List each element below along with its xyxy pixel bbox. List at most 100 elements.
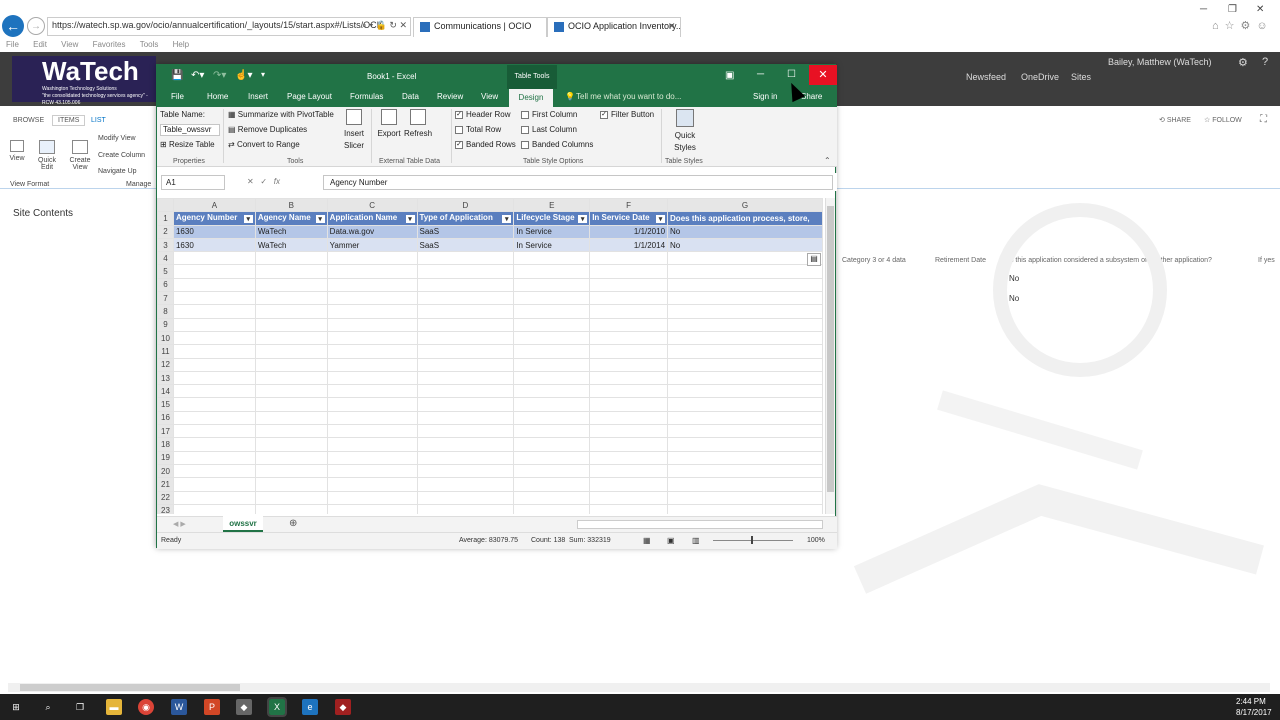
empty-cell[interactable]: [254, 251, 328, 266]
empty-cell[interactable]: [254, 357, 328, 372]
table-cell[interactable]: No: [667, 237, 823, 253]
empty-cell[interactable]: [326, 503, 418, 514]
empty-cell[interactable]: [326, 330, 418, 346]
empty-cell[interactable]: [667, 317, 823, 332]
undo-icon[interactable]: ↶▾: [191, 70, 204, 81]
empty-cell[interactable]: [667, 357, 823, 372]
empty-cell[interactable]: [513, 490, 591, 505]
empty-cell[interactable]: [254, 317, 328, 332]
table-header-cell[interactable]: Application Name ▾: [326, 211, 418, 226]
navigate-up-button[interactable]: Navigate Up: [98, 168, 137, 175]
app2-icon[interactable]: ◆: [335, 699, 351, 715]
empty-cell[interactable]: [667, 424, 823, 439]
touch-mode-icon[interactable]: ☝▾: [235, 70, 252, 81]
forward-button[interactable]: →: [27, 17, 45, 35]
empty-cell[interactable]: [589, 477, 669, 492]
zoom-level[interactable]: 100%: [807, 537, 825, 544]
onedrive-link[interactable]: OneDrive: [1021, 72, 1059, 82]
empty-cell[interactable]: [589, 437, 669, 452]
filter-dropdown-icon[interactable]: ▾: [578, 215, 588, 224]
word-icon[interactable]: W: [171, 699, 187, 715]
row-header[interactable]: 7: [157, 291, 174, 306]
settings-gear-icon[interactable]: ⚙: [1238, 56, 1248, 69]
row-header[interactable]: 8: [157, 304, 174, 319]
tab-review[interactable]: Review: [437, 92, 463, 101]
ribbon-display-icon[interactable]: ▣: [725, 70, 734, 81]
empty-cell[interactable]: [326, 384, 418, 399]
empty-cell[interactable]: [589, 277, 669, 293]
tab-page-layout[interactable]: Page Layout: [287, 92, 332, 101]
remove-duplicates-button[interactable]: ▤ Remove Duplicates: [228, 125, 307, 134]
empty-cell[interactable]: [172, 384, 256, 399]
tab-view[interactable]: View: [481, 92, 498, 101]
page-horizontal-scrollbar[interactable]: [8, 683, 1270, 692]
taskbar-time[interactable]: 2:44 PM: [1236, 697, 1266, 706]
table-cell[interactable]: 1630: [172, 237, 256, 253]
empty-cell[interactable]: [172, 503, 256, 514]
empty-cell[interactable]: [254, 370, 328, 386]
row-header[interactable]: 3: [157, 237, 174, 253]
name-box[interactable]: A1: [161, 175, 225, 190]
filter-button-checkbox[interactable]: ✓ Filter Button: [600, 110, 654, 119]
empty-cell[interactable]: [589, 450, 669, 465]
empty-cell[interactable]: [667, 477, 823, 492]
excel-icon[interactable]: X: [267, 697, 287, 717]
empty-cell[interactable]: [254, 503, 328, 514]
empty-cell[interactable]: [254, 291, 328, 306]
worksheet-grid[interactable]: A B C D E F G 1 Agency Number ▾ Agency Name…: [157, 198, 823, 514]
table-name-input[interactable]: Table_owssvr: [160, 124, 220, 136]
column-header[interactable]: F: [589, 198, 669, 213]
tab-home[interactable]: Home: [207, 92, 228, 101]
powerpoint-icon[interactable]: P: [204, 699, 220, 715]
tab-browse[interactable]: BROWSE: [13, 117, 44, 124]
menu-tools[interactable]: Tools: [140, 40, 159, 49]
site-contents-link[interactable]: Site Contents: [13, 208, 73, 219]
tab-list[interactable]: LIST: [91, 117, 106, 124]
empty-cell[interactable]: [667, 304, 823, 319]
empty-cell[interactable]: [667, 450, 823, 465]
table-cell[interactable]: SaaS: [416, 224, 515, 239]
taskbar-date[interactable]: 8/17/2017: [1236, 708, 1272, 717]
row-header[interactable]: 13: [157, 370, 174, 386]
empty-cell[interactable]: [416, 450, 515, 465]
row-header[interactable]: 21: [157, 477, 174, 492]
empty-cell[interactable]: [172, 330, 256, 346]
focus-content-icon[interactable]: ⛶: [1260, 114, 1267, 125]
empty-cell[interactable]: [589, 384, 669, 399]
empty-cell[interactable]: [667, 410, 823, 426]
watech-logo[interactable]: WaTech Washington Technology Solutions "…: [12, 56, 156, 106]
filter-dropdown-icon[interactable]: ▾: [502, 215, 512, 224]
empty-cell[interactable]: [667, 277, 823, 293]
back-button[interactable]: ←: [2, 15, 24, 37]
row-header[interactable]: 22: [157, 490, 174, 505]
page-break-icon[interactable]: ▥: [692, 536, 700, 545]
last-column-checkbox[interactable]: Last Column: [521, 125, 577, 134]
formula-input[interactable]: Agency Number: [323, 175, 833, 190]
export-button[interactable]: Export: [376, 109, 402, 139]
modify-view-button[interactable]: Modify View: [98, 135, 136, 142]
empty-cell[interactable]: [326, 410, 418, 426]
row-header[interactable]: 5: [157, 264, 174, 279]
empty-cell[interactable]: [172, 437, 256, 452]
quick-analysis-icon[interactable]: ▤: [807, 253, 821, 266]
row-header[interactable]: 10: [157, 330, 174, 346]
row-header[interactable]: 9: [157, 317, 174, 332]
empty-cell[interactable]: [589, 291, 669, 306]
empty-cell[interactable]: [326, 317, 418, 332]
normal-view-icon[interactable]: ▦: [643, 536, 651, 545]
empty-cell[interactable]: [416, 291, 515, 306]
windows-start-icon[interactable]: ⊞: [8, 699, 24, 715]
table-cell[interactable]: 1/1/2014: [589, 237, 669, 253]
empty-cell[interactable]: [667, 437, 823, 452]
empty-cell[interactable]: [416, 424, 515, 439]
table-cell[interactable]: WaTech: [254, 237, 328, 253]
user-menu[interactable]: Bailey, Matthew (WaTech): [1108, 57, 1212, 67]
page-layout-icon[interactable]: ▣: [667, 536, 675, 545]
empty-cell[interactable]: [254, 410, 328, 426]
vertical-scrollbar[interactable]: [825, 198, 835, 514]
tab-communications[interactable]: Communications | OCIO: [413, 17, 547, 37]
empty-cell[interactable]: [254, 463, 328, 479]
table-header-cell[interactable]: Lifecycle Stage ▾: [513, 211, 591, 226]
table-cell[interactable]: In Service: [513, 237, 591, 253]
quick-edit-button[interactable]: Quick Edit: [34, 140, 60, 171]
